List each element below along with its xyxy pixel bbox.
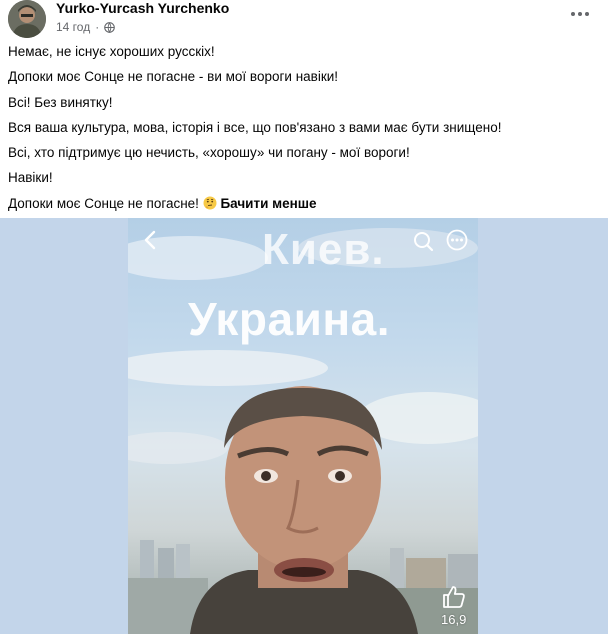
author-name[interactable]: Yurko-Yurcash Yurchenko — [56, 0, 229, 16]
post-line: Немає, не існує хороших русскіх! — [8, 44, 215, 59]
thinking-face-icon — [203, 196, 217, 210]
see-less-link[interactable]: Бачити менше — [220, 196, 316, 211]
video-scene — [128, 228, 478, 634]
video-frame[interactable]: Киев. Украина. 16,9 — [128, 218, 478, 634]
thumbs-up-icon[interactable] — [441, 584, 467, 610]
globe-icon — [104, 21, 116, 33]
post-options-button[interactable] — [568, 4, 592, 24]
facebook-post: Yurko-Yurcash Yurchenko 14 год · Немає, … — [0, 0, 608, 634]
more-options-icon[interactable] — [446, 229, 468, 251]
post-time[interactable]: 14 год — [56, 20, 90, 34]
post-line: Допоки моє Сонце не погасне - ви мої вор… — [8, 69, 339, 85]
post-last-line: Допоки моє Сонце не погасне! Бачити менш… — [8, 194, 600, 214]
dot-icon — [585, 12, 589, 16]
back-arrow-icon[interactable] — [140, 228, 160, 252]
overlay-country-text: Украина. — [188, 293, 390, 345]
overlay-city-text: Киев. — [262, 225, 385, 274]
post-line: Всі, хто підтримує цю нечисть, «хорошу» … — [8, 145, 410, 161]
like-count: 16,9 — [441, 612, 467, 627]
dot-icon — [571, 12, 575, 16]
author-avatar[interactable] — [8, 0, 46, 38]
post-meta: 14 год · — [56, 20, 116, 34]
post-line: Допоки моє Сонце не погасне! — [8, 195, 199, 211]
post-line: Навіки! — [8, 170, 53, 186]
post-line: Всі! Без винятку! — [8, 94, 113, 110]
search-icon[interactable] — [412, 230, 434, 252]
post-line: Вся ваша культура, мова, історія і все, … — [8, 119, 502, 135]
post-text: Немає, не існує хороших русскіх! Допоки … — [8, 42, 600, 219]
post-header: Yurko-Yurcash Yurchenko 14 год · — [8, 0, 600, 40]
meta-separator: · — [95, 20, 100, 34]
post-media: Киев. Украина. 16,9 — [0, 218, 608, 634]
dot-icon — [578, 12, 582, 16]
